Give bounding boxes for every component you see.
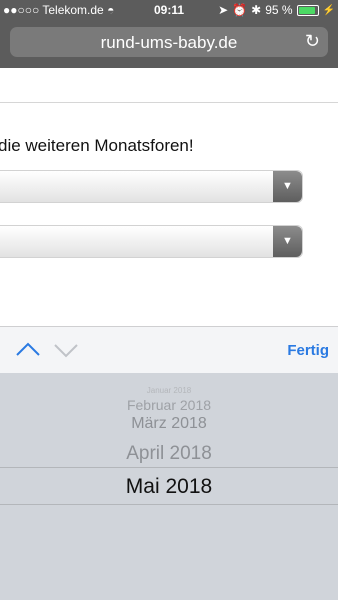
location-icon: ➤ [218, 3, 229, 17]
done-button[interactable]: Fertig [287, 342, 329, 359]
next-field-icon[interactable] [52, 336, 80, 364]
url-text: rund-ums-baby.de [100, 33, 238, 52]
charging-icon: ⚡ [322, 4, 335, 16]
battery-level [298, 6, 315, 14]
forum-select-1[interactable]: ▼ [0, 170, 303, 203]
picker-option[interactable]: April 2018 [0, 443, 338, 465]
battery-percent: 95 % [265, 3, 293, 17]
web-page: die weiteren Monatsforen! ▼ ▼ [0, 68, 338, 326]
divider [0, 102, 338, 103]
picker-option[interactable]: März 2018 [0, 415, 338, 433]
address-bar[interactable]: rund-ums-baby.de ↻ [10, 27, 328, 57]
forum-select-2[interactable]: ▼ [0, 225, 303, 258]
selection-line [0, 504, 338, 505]
bluetooth-icon: ✱ [251, 3, 262, 17]
picker-selected-option[interactable]: Mai 2018 [0, 475, 338, 499]
battery-icon [296, 4, 319, 16]
page-text: die weiteren Monatsforen! [0, 136, 194, 155]
month-picker[interactable]: Januar 2018 Februar 2018 März 2018 April… [0, 373, 338, 600]
reload-icon[interactable]: ↻ [305, 31, 320, 52]
previous-field-icon[interactable] [14, 336, 42, 364]
picker-option[interactable]: Februar 2018 [0, 397, 338, 413]
selection-line [0, 467, 338, 468]
status-right: ➤ ⏰ ✱ 95 % ⚡ [218, 3, 335, 17]
dropdown-arrow-icon: ▼ [273, 171, 302, 202]
alarm-icon: ⏰ [232, 3, 248, 17]
browser-toolbar: rund-ums-baby.de ↻ [0, 20, 338, 68]
picker-option[interactable]: Januar 2018 [0, 386, 338, 395]
keyboard-accessory-bar: Fertig [0, 326, 338, 374]
status-bar: ●●○○○ Telekom.de ◓ 09:11 ➤ ⏰ ✱ 95 % ⚡ [0, 0, 338, 20]
dropdown-arrow-icon: ▼ [273, 226, 302, 257]
